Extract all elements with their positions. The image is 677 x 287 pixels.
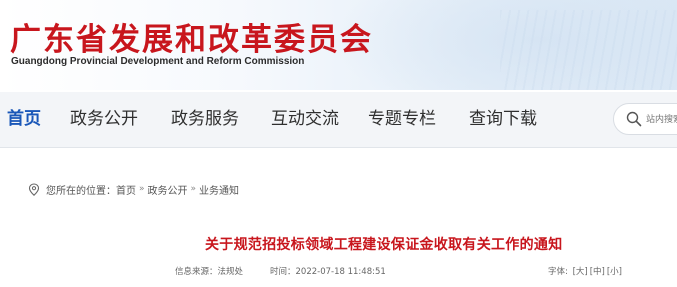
article-source: 信息来源：法规处 — [175, 267, 244, 277]
font-size-control: 字体: [大] [中] [小] — [548, 265, 622, 277]
search-box[interactable] — [613, 103, 677, 135]
font-size-small-button[interactable]: [小] — [607, 267, 622, 277]
breadcrumb: 您所在的位置： 首页 » 政务公开 » 业务通知 — [28, 181, 239, 197]
nav-item-interaction[interactable]: 互动交流 — [271, 108, 339, 130]
banner-decoration-stripes — [500, 10, 677, 90]
location-pin-icon — [28, 182, 40, 196]
font-size-large-button[interactable]: [大] — [573, 267, 588, 277]
site-subtitle: Guangdong Provincial Development and Ref… — [11, 56, 305, 67]
search-input[interactable] — [646, 112, 677, 128]
font-size-label: 字体: — [548, 267, 568, 277]
main-nav: 首页 政务公开 政务服务 互动交流 专题专栏 查询下载 — [0, 92, 677, 148]
nav-item-query-download[interactable]: 查询下载 — [469, 108, 537, 130]
breadcrumb-separator: » — [139, 184, 145, 194]
breadcrumb-separator: » — [190, 184, 197, 194]
article-time: 时间：2022-07-18 11:48:51 — [270, 267, 386, 277]
nav-item-home[interactable]: 首页 — [7, 108, 41, 130]
search-icon[interactable] — [626, 111, 642, 127]
breadcrumb-government-affairs[interactable]: 政务公开 — [148, 182, 188, 197]
breadcrumb-home[interactable]: 首页 — [116, 182, 136, 197]
site-title[interactable]: 广东省发展和改革委员会 — [10, 14, 373, 59]
breadcrumb-prefix: 您所在的位置： — [46, 185, 116, 197]
nav-item-government-affairs[interactable]: 政务公开 — [70, 108, 138, 130]
nav-item-special-topics[interactable]: 专题专栏 — [368, 108, 436, 130]
breadcrumb-business-notice[interactable]: 业务通知 — [199, 182, 239, 197]
font-size-medium-button[interactable]: [中] — [590, 267, 605, 277]
nav-item-government-services[interactable]: 政务服务 — [171, 108, 239, 130]
article-title: 关于规范招投标领域工程建设保证金收取有关工作的通知 — [205, 237, 563, 253]
header-banner: 广东省发展和改革委员会 Guangdong Provincial Develop… — [0, 0, 677, 90]
